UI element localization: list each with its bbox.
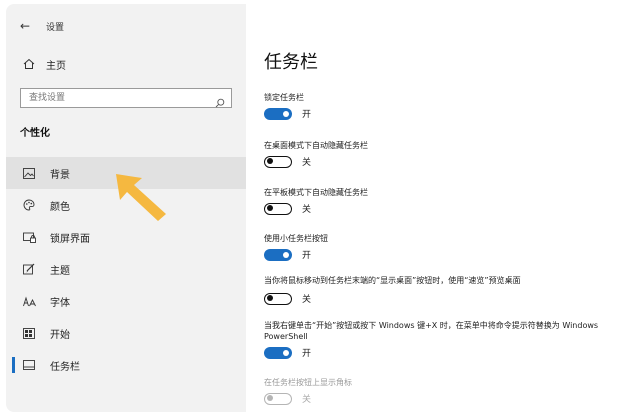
toggle-knob xyxy=(267,205,273,211)
picture-icon xyxy=(20,165,38,181)
search-icon[interactable] xyxy=(215,93,225,108)
home-icon xyxy=(20,56,38,72)
toggle-switch[interactable] xyxy=(264,292,292,305)
toggle-switch[interactable] xyxy=(264,346,292,359)
sidebar-item-lock-screen[interactable]: 锁屏界面 xyxy=(6,221,246,253)
toggle-state: 关 xyxy=(302,158,312,168)
setting-powershell: 当我右键单击“开始”按钮或按下 Windows 键+X 时，在菜单中将命令提示符… xyxy=(264,320,604,359)
back-arrow-icon[interactable]: ← xyxy=(20,19,46,33)
home-label: 主页 xyxy=(46,60,66,72)
setting-peek: 当你将鼠标移动到任务栏末端的“显示桌面”按钮时，使用“速览”预览桌面 关 xyxy=(264,275,604,305)
sidebar-item-start[interactable]: 开始 xyxy=(6,317,246,349)
sidebar-item-label: 字体 xyxy=(50,297,70,309)
toggle-state: 开 xyxy=(302,110,312,120)
toggle-state: 关 xyxy=(302,205,312,215)
setting-autohide-desktop: 在桌面模式下自动隐藏任务栏 关 xyxy=(264,140,604,168)
sidebar-item-fonts[interactable]: 字体 xyxy=(6,285,246,317)
toggle-switch xyxy=(264,392,292,405)
setting-label: 当我右键单击“开始”按钮或按下 Windows 键+X 时，在菜单中将命令提示符… xyxy=(264,321,599,341)
toggle-knob xyxy=(283,251,289,258)
toggle-knob xyxy=(267,395,273,401)
toggle-knob xyxy=(267,158,273,164)
page-title: 任务栏 xyxy=(264,52,318,73)
toggle-switch[interactable] xyxy=(264,202,292,215)
sidebar-item-taskbar[interactable]: 任务栏 xyxy=(6,349,246,381)
font-icon xyxy=(20,293,38,309)
sidebar-item-label: 锁屏界面 xyxy=(50,233,90,245)
start-icon xyxy=(20,325,38,341)
setting-label: 在平板模式下自动隐藏任务栏 xyxy=(264,188,368,197)
selection-indicator xyxy=(12,357,15,373)
toggle-state: 关 xyxy=(302,295,312,305)
taskbar-icon xyxy=(20,357,38,373)
toggle-switch[interactable] xyxy=(264,248,292,261)
setting-label: 使用小任务栏按钮 xyxy=(264,234,328,243)
toggle-switch[interactable] xyxy=(264,107,292,120)
home-link[interactable]: 主页 xyxy=(20,56,66,72)
setting-label: 在任务栏按钮上显示角标 xyxy=(264,378,352,387)
setting-autohide-tablet: 在平板模式下自动隐藏任务栏 关 xyxy=(264,187,604,215)
toggle-knob xyxy=(283,349,289,356)
sidebar-item-label: 背景 xyxy=(50,169,70,181)
toggle-state: 关 xyxy=(302,395,312,405)
sidebar-item-label: 任务栏 xyxy=(50,361,80,373)
sidebar: ← 设置 主页 个性化 背景 xyxy=(6,4,246,412)
setting-label: 在桌面模式下自动隐藏任务栏 xyxy=(264,141,368,150)
main-content: 任务栏 锁定任务栏 开 在桌面模式下自动隐藏任务栏 关 在平板模式下自动隐藏任务… xyxy=(264,4,612,412)
sidebar-item-label: 开始 xyxy=(50,329,70,341)
toggle-state: 开 xyxy=(302,349,312,359)
sidebar-item-label: 主题 xyxy=(50,265,70,277)
toggle-knob xyxy=(283,110,289,117)
setting-label: 锁定任务栏 xyxy=(264,93,304,102)
sidebar-item-themes[interactable]: 主题 xyxy=(6,253,246,285)
window-title: 设置 xyxy=(46,22,65,33)
setting-badges: 在任务栏按钮上显示角标 关 xyxy=(264,377,604,405)
title-bar: ← 设置 xyxy=(20,18,64,34)
setting-small-buttons: 使用小任务栏按钮 开 xyxy=(264,233,604,261)
toggle-knob xyxy=(267,295,273,301)
settings-window: ← 设置 主页 个性化 背景 xyxy=(6,4,612,412)
toggle-switch[interactable] xyxy=(264,155,292,168)
search-input[interactable] xyxy=(27,92,215,104)
pointer-arrow-icon xyxy=(116,174,166,221)
toggle-state: 开 xyxy=(302,251,312,261)
search-box[interactable] xyxy=(20,88,232,108)
section-title: 个性化 xyxy=(20,128,50,139)
palette-icon xyxy=(20,197,38,213)
setting-lock-taskbar: 锁定任务栏 开 xyxy=(264,92,604,120)
lock-screen-icon xyxy=(20,229,38,245)
setting-label: 当你将鼠标移动到任务栏末端的“显示桌面”按钮时，使用“速览”预览桌面 xyxy=(264,276,521,285)
sidebar-item-label: 颜色 xyxy=(50,201,70,213)
brush-icon xyxy=(20,261,38,277)
